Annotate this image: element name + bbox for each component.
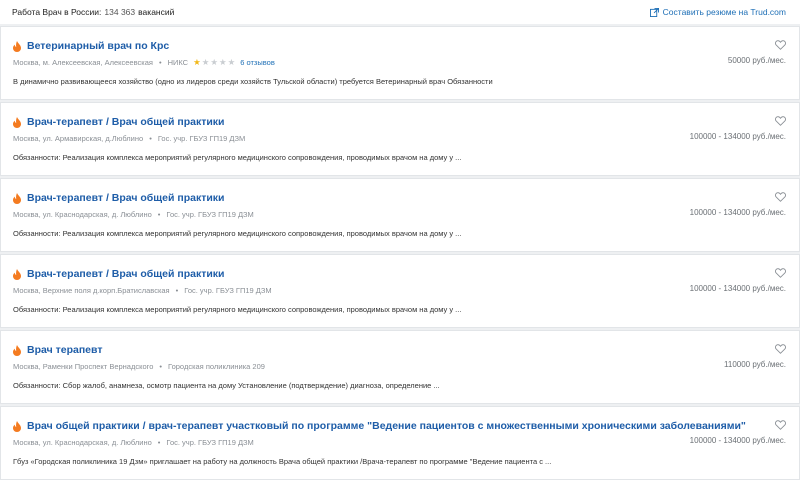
create-resume-link[interactable]: Составить резюме на Trud.com bbox=[649, 7, 786, 17]
star-icon: ★ bbox=[210, 56, 218, 67]
heart-icon[interactable] bbox=[775, 192, 786, 202]
job-company: Гос. учр. ГБУЗ ГП19 ДЗМ bbox=[166, 437, 254, 447]
job-title-link[interactable]: Врач терапевт bbox=[27, 344, 102, 356]
create-resume-label: Составить резюме на Trud.com bbox=[662, 7, 786, 17]
job-card: Врач терапевт Москва, Раменки Проспект В… bbox=[0, 330, 800, 404]
company-rating: ★ ★ ★ ★ ★ bbox=[193, 58, 235, 67]
job-location: Москва, м. Алексеевская, Алексеевская bbox=[13, 57, 153, 67]
job-meta: Москва, м. Алексеевская, Алексеевская • … bbox=[13, 56, 787, 68]
job-list: Ветеринарный врач по Крс Москва, м. Алек… bbox=[0, 26, 800, 480]
job-company: Гос. учр. ГБУЗ ГП19 ДЗМ bbox=[184, 285, 272, 295]
job-salary: 110000 руб./мес. bbox=[724, 360, 786, 369]
reviews-link[interactable]: 6 отзывов bbox=[240, 58, 275, 67]
star-icon: ★ bbox=[201, 56, 210, 67]
results-count-unit: вакансий bbox=[138, 7, 175, 17]
job-meta: Москва, ул. Краснодарская, д. Люблино • … bbox=[13, 208, 787, 220]
results-count: Работа Врач в России: 134 363 вакансий bbox=[12, 7, 174, 17]
fire-icon bbox=[13, 40, 21, 52]
job-title-link[interactable]: Ветеринарный врач по Крс bbox=[27, 40, 169, 52]
job-description: Обязанности: Реализация комплекса меропр… bbox=[13, 153, 462, 162]
job-location: Москва, Раменки Проспект Вернадского bbox=[13, 361, 154, 371]
fire-icon bbox=[13, 116, 21, 128]
job-salary: 100000 - 134000 руб./мес. bbox=[689, 284, 786, 293]
job-description: Обязанности: Сбор жалоб, анамнеза, осмот… bbox=[13, 381, 440, 390]
fire-icon bbox=[13, 420, 21, 432]
job-company: Гос. учр. ГБУЗ ГП19 ДЗМ bbox=[157, 133, 246, 143]
job-location: Москва, Верхние поля д.корп.Братиславска… bbox=[13, 285, 170, 295]
fire-icon bbox=[13, 192, 21, 204]
job-meta: Москва, Верхние поля д.корп.Братиславска… bbox=[13, 284, 787, 296]
heart-icon[interactable] bbox=[775, 268, 786, 278]
job-description: Гбуз «Городская поликлиника 19 Дзм» приг… bbox=[13, 457, 552, 466]
job-salary: 100000 - 134000 руб./мес. bbox=[689, 208, 786, 217]
job-title-link[interactable]: Врач-терапевт / Врач общей практики bbox=[27, 192, 225, 204]
job-location: Москва, ул. Армавирская, д.Люблино bbox=[13, 133, 144, 143]
job-company: Городская поликлиника 209 bbox=[168, 361, 265, 371]
heart-icon[interactable] bbox=[775, 116, 786, 126]
job-location: Москва, ул. Краснодарская, д. Люблино bbox=[13, 209, 152, 219]
star-icon: ★ bbox=[193, 56, 201, 67]
job-description: В динамично развивающееся хозяйство (одн… bbox=[13, 77, 493, 86]
meta-separator: • bbox=[175, 285, 179, 295]
job-salary: 100000 - 134000 руб./мес. bbox=[689, 132, 786, 141]
job-title-link[interactable]: Врач общей практики / врач-терапевт учас… bbox=[27, 420, 746, 432]
results-count-number: 134 363 bbox=[104, 7, 136, 17]
meta-separator: • bbox=[157, 437, 161, 447]
heart-icon[interactable] bbox=[775, 344, 786, 354]
star-icon: ★ bbox=[227, 56, 236, 67]
meta-separator: • bbox=[158, 57, 162, 67]
job-company: НИКС bbox=[167, 57, 189, 67]
job-card: Врач-терапевт / Врач общей практики Моск… bbox=[0, 178, 800, 252]
job-card: Врач-терапевт / Врач общей практики Моск… bbox=[0, 102, 800, 176]
heart-icon[interactable] bbox=[775, 420, 786, 430]
job-company: Гос. учр. ГБУЗ ГП19 ДЗМ bbox=[166, 209, 254, 219]
heart-icon[interactable] bbox=[775, 40, 786, 50]
fire-icon bbox=[13, 268, 21, 280]
meta-separator: • bbox=[157, 209, 161, 219]
results-header: Работа Врач в России: 134 363 вакансий Сос… bbox=[0, 0, 800, 24]
job-description: Обязанности: Реализация комплекса меропр… bbox=[13, 229, 462, 238]
job-title-link[interactable]: Врач-терапевт / Врач общей практики bbox=[27, 116, 225, 128]
job-salary: 50000 руб./мес. bbox=[727, 56, 786, 65]
job-location: Москва, ул. Краснодарская, д. Люблино bbox=[13, 437, 152, 447]
job-description: Обязанности: Реализация комплекса меропр… bbox=[13, 305, 462, 314]
meta-separator: • bbox=[159, 361, 163, 371]
fire-icon bbox=[13, 344, 21, 356]
star-icon: ★ bbox=[218, 56, 227, 67]
meta-separator: • bbox=[149, 133, 152, 143]
page: Работа Врач в России: 134 363 вакансий Сос… bbox=[0, 0, 800, 480]
job-salary: 100000 - 134000 руб./мес. bbox=[689, 436, 786, 445]
job-meta: Москва, ул. Армавирская, д.Люблино • Гос… bbox=[13, 132, 787, 144]
job-meta: Москва, Раменки Проспект Вернадского • Г… bbox=[13, 360, 787, 372]
job-card: Врач общей практики / врач-терапевт учас… bbox=[0, 406, 800, 480]
job-card: Ветеринарный врач по Крс Москва, м. Алек… bbox=[0, 26, 800, 100]
job-meta: Москва, ул. Краснодарская, д. Люблино • … bbox=[13, 436, 787, 448]
job-card: Врач-терапевт / Врач общей практики Моск… bbox=[0, 254, 800, 328]
external-link-icon bbox=[649, 7, 659, 17]
results-title: Работа Врач в России: bbox=[12, 7, 102, 17]
job-title-link[interactable]: Врач-терапевт / Врач общей практики bbox=[27, 268, 225, 280]
